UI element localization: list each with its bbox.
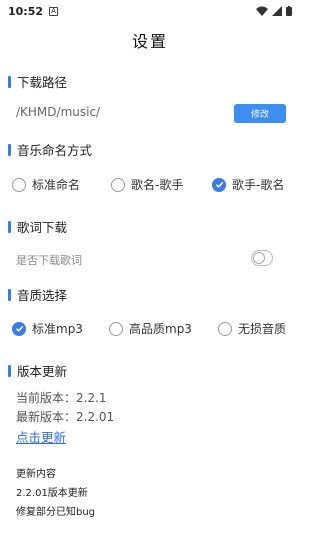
section-quality: 音质选择 — [8, 285, 67, 304]
radio-circle — [109, 321, 123, 336]
radio-circle-checked — [212, 177, 226, 192]
radio-circle — [111, 177, 125, 192]
radio-label: 标准mp3 — [32, 322, 83, 336]
section-title: 版本更新 — [17, 364, 68, 379]
section-naming: 音乐命名方式 — [8, 140, 92, 159]
radio-lossless[interactable]: 无损音质 — [218, 320, 286, 337]
edit-path-button[interactable]: 修改 — [234, 104, 286, 123]
status-icons — [256, 6, 292, 16]
notification-icon: A — [49, 6, 59, 16]
status-time: 10:52 — [8, 4, 44, 18]
section-accent-bar — [8, 143, 11, 156]
section-accent-bar — [8, 364, 11, 377]
lyrics-download-label: 是否下载歌词 — [16, 254, 82, 267]
section-lyrics: 歌词下载 — [8, 217, 67, 236]
radio-artist-song[interactable]: 歌手-歌名 — [212, 176, 284, 193]
radio-label: 歌手-歌名 — [232, 178, 285, 192]
section-version: 版本更新 — [8, 361, 67, 380]
section-title: 音质选择 — [17, 288, 68, 303]
section-download-path: 下载路径 — [8, 72, 67, 91]
section-accent-bar — [8, 288, 11, 301]
naming-options: 标准命名 歌名-歌手 歌手-歌名 — [0, 176, 300, 196]
radio-standard-naming[interactable]: 标准命名 — [12, 176, 80, 193]
quality-options: 标准mp3 高品质mp3 无损音质 — [0, 320, 300, 340]
check-icon — [215, 181, 223, 188]
battery-icon — [286, 6, 292, 16]
radio-label: 标准命名 — [32, 178, 81, 192]
radio-circle-checked — [12, 321, 26, 336]
latest-version: 最新版本：2.2.01 — [16, 410, 115, 424]
radio-song-artist[interactable]: 歌名-歌手 — [111, 176, 183, 193]
radio-label: 高品质mp3 — [129, 322, 192, 336]
update-notes-line: 修复部分已知bug — [16, 507, 96, 518]
radio-circle — [218, 321, 232, 336]
radio-high-quality-mp3[interactable]: 高品质mp3 — [109, 320, 192, 337]
section-title: 歌词下载 — [17, 220, 68, 235]
signal-icon — [272, 6, 282, 16]
radio-circle — [12, 177, 26, 192]
update-link[interactable]: 点击更新 — [16, 427, 66, 446]
lyrics-toggle[interactable] — [251, 250, 273, 266]
section-accent-bar — [8, 220, 11, 233]
section-title: 下载路径 — [17, 75, 68, 90]
status-bar: 10:52 A — [0, 0, 300, 22]
radio-label: 无损音质 — [238, 322, 287, 336]
update-notes-title: 更新内容 — [16, 469, 56, 480]
section-title: 音乐命名方式 — [17, 143, 93, 158]
download-path-value: /KHMD/music/ — [16, 105, 101, 119]
update-notes-line: 2.2.01版本更新 — [16, 488, 88, 499]
toggle-knob — [253, 252, 265, 264]
current-version: 当前版本：2.2.1 — [16, 391, 107, 405]
radio-standard-mp3[interactable]: 标准mp3 — [12, 320, 83, 337]
wifi-icon — [256, 6, 268, 16]
radio-label: 歌名-歌手 — [131, 178, 184, 192]
section-accent-bar — [8, 75, 11, 88]
page-title: 设置 — [131, 32, 168, 51]
check-icon — [15, 325, 23, 332]
